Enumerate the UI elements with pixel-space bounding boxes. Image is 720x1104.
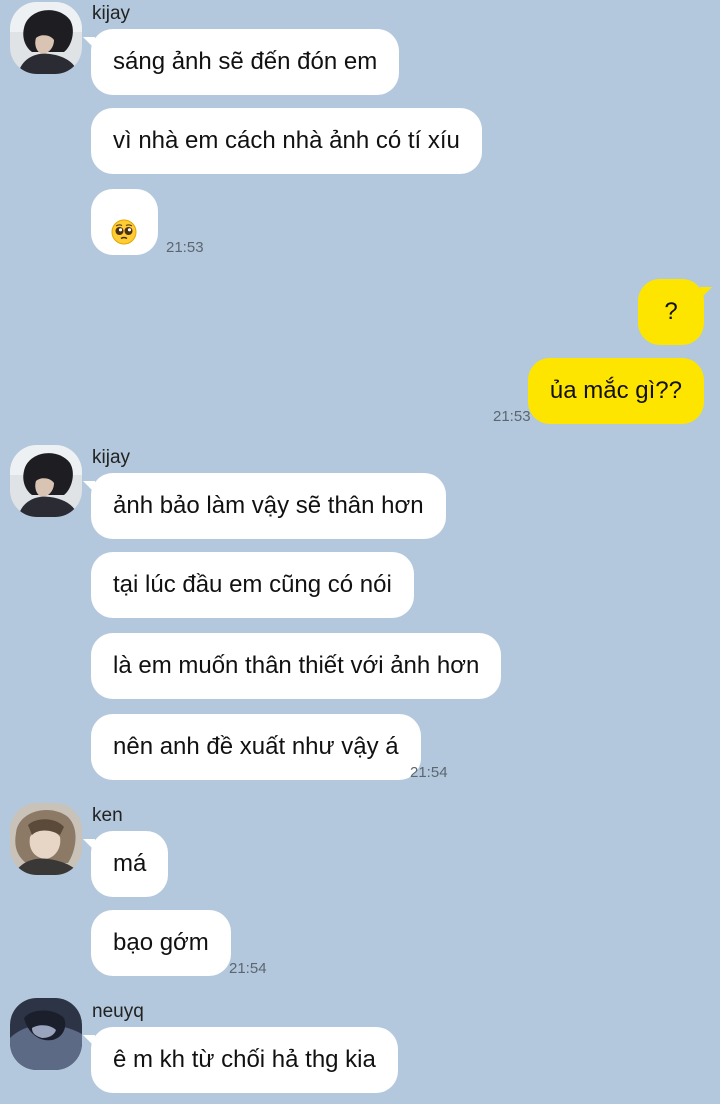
message-bubble[interactable]: bạo gớm [91, 910, 231, 976]
kijay-avatar[interactable] [10, 2, 82, 74]
message-time: 21:54 [229, 960, 267, 977]
message-text: nên anh đề xuất như vậy á [113, 733, 399, 760]
sender-name: ken [92, 805, 123, 826]
sender-name: neuyq [92, 1001, 144, 1022]
message-bubble[interactable]: là em muốn thân thiết với ảnh hơn [91, 633, 502, 699]
message-bubble[interactable]: tại lúc đầu em cũng có nói [91, 552, 414, 618]
pleading-face-emoji [111, 205, 137, 271]
message-bubble[interactable]: sáng ảnh sẽ đến đón em [82, 29, 400, 95]
kijay-avatar[interactable] [10, 445, 82, 517]
neuyq-avatar[interactable] [10, 998, 82, 1070]
message-text: ? [664, 298, 678, 325]
message-text: má [113, 850, 147, 877]
message-bubble[interactable]: ảnh bảo làm vậy sẽ thân hơn [83, 473, 446, 539]
message-text: ảnh bảo làm vậy sẽ thân hơn [113, 492, 424, 519]
sender-name: kijay [92, 3, 131, 24]
message-bubble[interactable]: ủa mắc gì?? [527, 358, 704, 424]
message-time: 21:53 [166, 239, 204, 256]
message-time: 21:54 [410, 764, 448, 781]
message-text: ủa mắc gì?? [549, 377, 682, 404]
message-text: tại lúc đầu em cũng có nói [113, 571, 392, 598]
ken-avatar[interactable] [10, 803, 82, 875]
message-bubble[interactable]: má [82, 831, 169, 897]
sender-name: kijay [92, 447, 131, 468]
message-time: 21:53 [493, 408, 531, 425]
message-bubble[interactable]: ê m kh từ chối hả thg kia [83, 1027, 398, 1093]
message-bubble[interactable]: nên anh đề xuất như vậy á [91, 714, 421, 780]
message-text: là em muốn thân thiết với ảnh hơn [113, 652, 480, 679]
message-bubble[interactable]: ? [638, 279, 712, 345]
message-text: vì nhà em cách nhà ảnh có tí xíu [113, 127, 460, 154]
message-text: sáng ảnh sẽ đến đón em [113, 48, 378, 75]
message-bubble[interactable]: vì nhà em cách nhà ảnh có tí xíu [91, 108, 482, 174]
emoji-bubble[interactable] [91, 189, 158, 255]
message-text: ê m kh từ chối hả thg kia [113, 1046, 376, 1073]
message-text: bạo gớm [113, 929, 209, 956]
chat-room: kijay sáng ảnh sẽ đến đón em vì nhà em c… [0, 0, 720, 1104]
